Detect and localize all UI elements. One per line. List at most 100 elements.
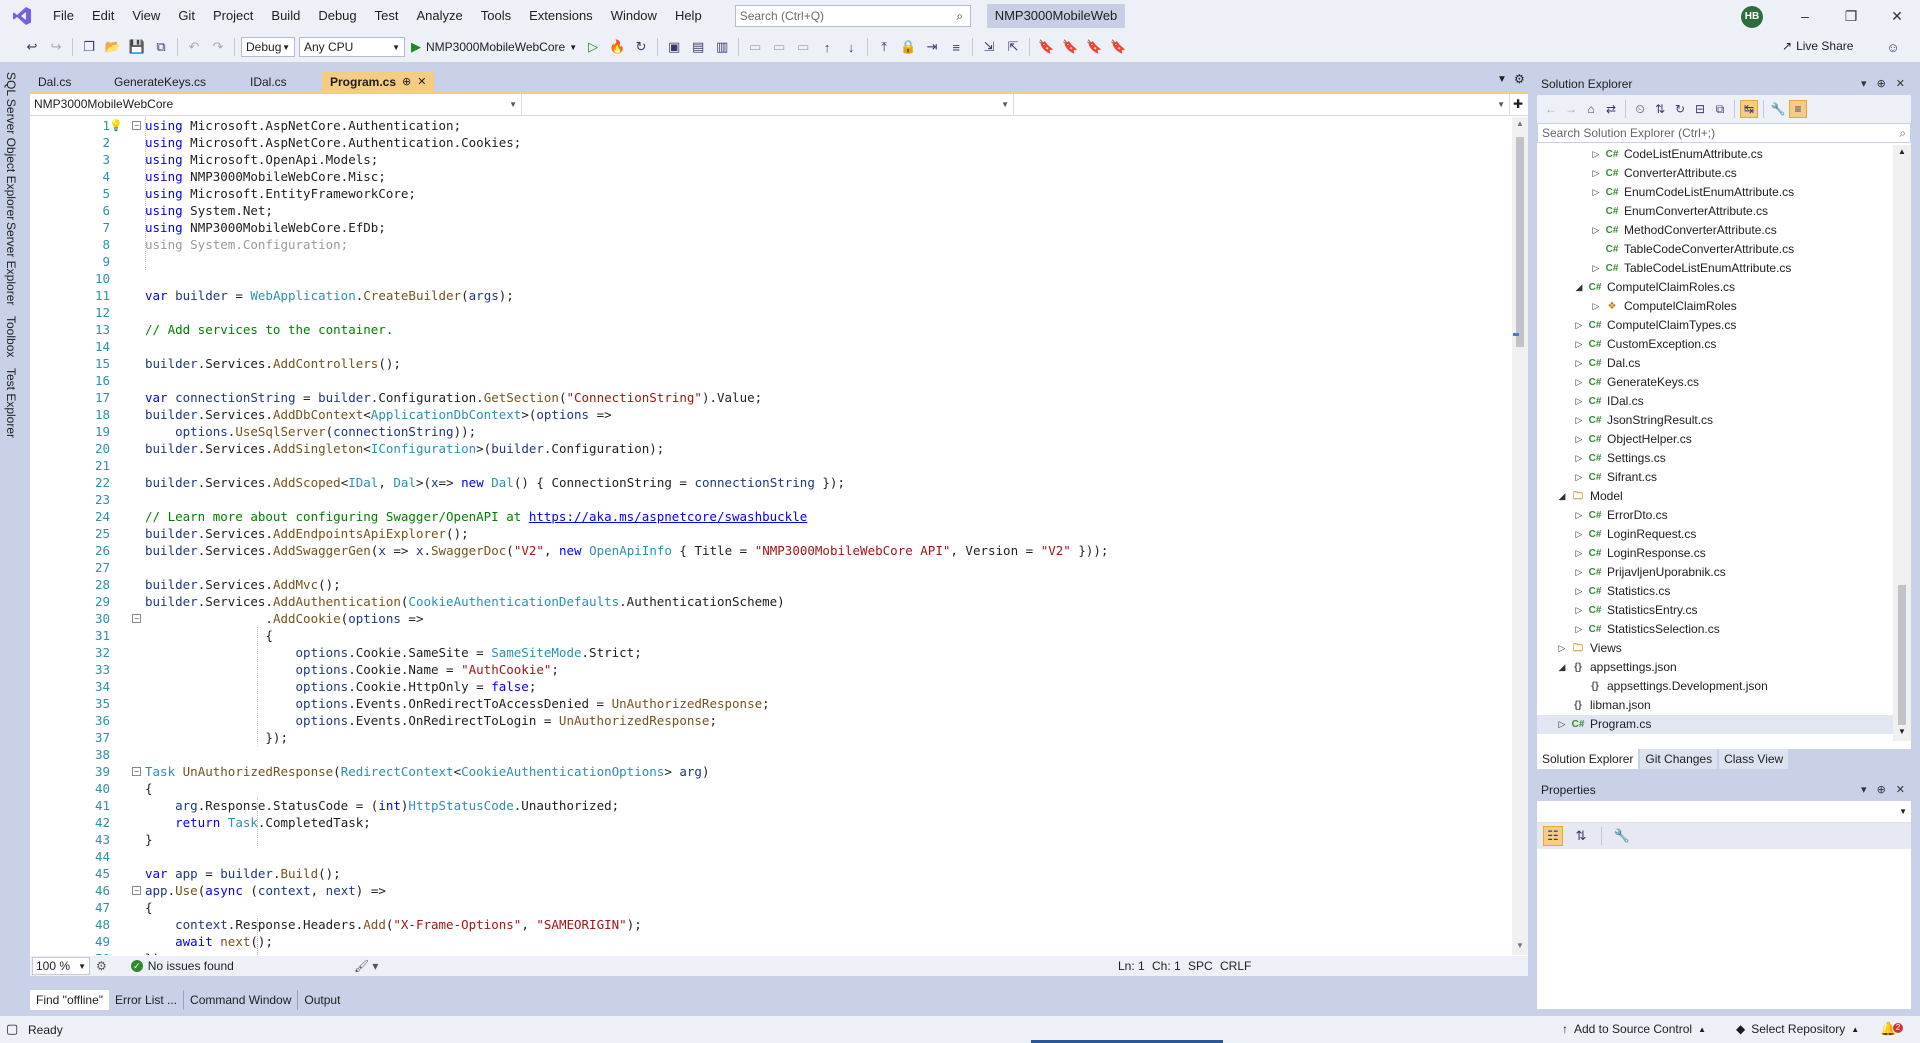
add-to-source-control-button[interactable]: ↑ Add to Source Control ▲: [1562, 1022, 1706, 1036]
collapsed-arrow-icon[interactable]: ▷: [1591, 259, 1601, 278]
tab-command-window[interactable]: Command Window: [183, 990, 297, 1010]
line-number[interactable]: Ln: 1: [1118, 959, 1145, 973]
save-all-icon[interactable]: ⧉: [151, 37, 171, 57]
platform-select[interactable]: Any CPU ▼: [299, 37, 405, 57]
panel-menu-icon[interactable]: ▾: [1861, 73, 1867, 95]
tab-git-changes[interactable]: Git Changes: [1640, 749, 1718, 769]
collapsed-arrow-icon[interactable]: ▷: [1591, 183, 1601, 202]
whitespace-mode[interactable]: SPC: [1188, 959, 1213, 973]
refresh-icon[interactable]: ↻: [631, 37, 651, 57]
code-line[interactable]: 20 builder.Services.AddSingleton<IConfigu…: [30, 440, 1510, 457]
navigate-back-icon[interactable]: ↩: [22, 37, 42, 57]
track-active-icon[interactable]: ↹: [1740, 100, 1758, 118]
collapse-icon[interactable]: ⤒: [874, 37, 894, 57]
collapsed-arrow-icon[interactable]: ▷: [1574, 468, 1584, 487]
gear-icon[interactable]: ⚙: [1514, 72, 1525, 86]
collapsed-arrow-icon[interactable]: ▷: [1574, 316, 1584, 335]
line-ending[interactable]: CRLF: [1220, 959, 1251, 973]
project-dropdown[interactable]: NMP3000MobileWebCore ▼: [30, 94, 522, 114]
tab-idal[interactable]: IDal.cs: [242, 72, 318, 92]
collapsed-arrow-icon[interactable]: ▷: [1557, 639, 1567, 658]
tree-item[interactable]: ▷ C# CustomException.cs: [1537, 335, 1893, 354]
live-share-button[interactable]: ↗ Live Share: [1782, 39, 1853, 53]
tree-item[interactable]: {} libman.json: [1537, 696, 1893, 715]
tree-item[interactable]: ▷ C# LoginResponse.cs: [1537, 544, 1893, 563]
scrollbar-thumb[interactable]: [1898, 585, 1906, 725]
close-window-icon[interactable]: ✕: [1874, 0, 1920, 32]
tree-item[interactable]: ▷ C# Sifrant.cs: [1537, 468, 1893, 487]
indent-icon[interactable]: ⇲: [979, 37, 999, 57]
collapsed-arrow-icon[interactable]: ▷: [1574, 373, 1584, 392]
properties-wrench-icon[interactable]: 🔧: [1769, 100, 1787, 118]
rail-tab-toolbox[interactable]: Toolbox: [4, 316, 18, 357]
pin-icon[interactable]: ⊕: [402, 72, 411, 92]
undo-icon[interactable]: ↶: [184, 37, 204, 57]
code-line[interactable]: 50});: [30, 950, 1510, 955]
code-line[interactable]: 30 − .AddCookie(options =>: [30, 610, 1510, 627]
tree-item[interactable]: C# EnumConverterAttribute.cs: [1537, 202, 1893, 221]
maximize-icon[interactable]: ❐: [1828, 0, 1874, 32]
code-cleanup-icon[interactable]: 🖌 ▾: [354, 959, 379, 973]
scroll-down-icon[interactable]: ▼: [1512, 941, 1528, 950]
sync-icon[interactable]: ⇅: [1651, 100, 1669, 118]
code-area[interactable]: 1− 💡 using Microsoft.AspNetCore.Authentica…: [30, 117, 1512, 955]
feedback-icon[interactable]: ☺: [1883, 37, 1903, 57]
tree-item[interactable]: ▷ C# ConverterAttribute.cs: [1537, 164, 1893, 183]
menu-project[interactable]: Project: [204, 0, 262, 32]
redo-icon[interactable]: ↷: [208, 37, 228, 57]
collapsed-arrow-icon[interactable]: ▷: [1591, 297, 1601, 316]
code-line[interactable]: 43}: [30, 831, 1510, 848]
solution-explorer-search[interactable]: Search Solution Explorer (Ctrl+;) ⌕: [1537, 123, 1911, 143]
tree-item[interactable]: ▷ 🗀 Views: [1537, 639, 1893, 658]
code-line[interactable]: 26 builder.Services.AddSwaggerGen (x => x.…: [30, 542, 1510, 559]
output-status-icon[interactable]: ▢: [6, 1021, 18, 1037]
code-line[interactable]: 46− app.Use(async (context, next) =>: [30, 882, 1510, 899]
code-line[interactable]: 29 builder.Services.AddAuthentication(Coo…: [30, 593, 1510, 610]
tab-overflow-icon[interactable]: ▼: [1497, 74, 1507, 85]
collapsed-arrow-icon[interactable]: ▷: [1574, 601, 1584, 620]
tree-item[interactable]: ▷ C# ObjectHelper.cs: [1537, 430, 1893, 449]
open-file-icon[interactable]: 📂: [103, 37, 123, 57]
tree-item[interactable]: ◢ {} appsettings.json: [1537, 658, 1893, 677]
lightbulb-icon[interactable]: 💡: [109, 117, 123, 134]
navigate-forward-icon[interactable]: ↪: [46, 37, 66, 57]
code-line[interactable]: 14: [30, 338, 1510, 355]
preview-selected-icon[interactable]: ≡: [1789, 100, 1807, 118]
code-line[interactable]: 34 options.Cookie.HttpOnly = false;: [30, 678, 1510, 695]
tree-item[interactable]: ▷ C# JsonStringResult.cs: [1537, 411, 1893, 430]
start-debugging-button[interactable]: ▶ NMP3000MobileWebCore ▼: [411, 39, 577, 55]
code-line[interactable]: 10: [30, 270, 1510, 287]
collapsed-arrow-icon[interactable]: ▷: [1591, 145, 1601, 164]
tree-item[interactable]: ▷ C# MethodConverterAttribute.cs: [1537, 221, 1893, 240]
lock-icon[interactable]: 🔒: [898, 37, 918, 57]
code-line[interactable]: 12: [30, 304, 1510, 321]
step-up-icon[interactable]: ↑: [817, 37, 837, 57]
expanded-arrow-icon[interactable]: ◢: [1557, 487, 1567, 506]
code-line[interactable]: 23: [30, 491, 1510, 508]
tree-item[interactable]: ▷ C# CodeListEnumAttribute.cs: [1537, 145, 1893, 164]
tree-item[interactable]: ▷ C# Dal.cs: [1537, 354, 1893, 373]
select-repository-button[interactable]: ◆ Select Repository ▲: [1736, 1022, 1859, 1036]
collapse-region-icon[interactable]: −: [132, 121, 141, 130]
tree-item[interactable]: C# TableCodeConverterAttribute.cs: [1537, 240, 1893, 259]
expanded-arrow-icon[interactable]: ◢: [1574, 278, 1584, 297]
code-line[interactable]: 27: [30, 559, 1510, 576]
rail-tab-sql-server-object-explorer[interactable]: SQL Server Object Explorer: [4, 72, 18, 220]
split-editor-icon[interactable]: ✚: [1510, 94, 1526, 114]
tab-find-results[interactable]: Find "offline": [30, 990, 110, 1010]
issues-indicator[interactable]: ✓ No issues found: [130, 959, 234, 973]
collapsed-arrow-icon[interactable]: ▷: [1574, 563, 1584, 582]
tab-dal[interactable]: Dal.cs: [30, 72, 102, 92]
menu-test[interactable]: Test: [366, 0, 408, 32]
code-line[interactable]: 38: [30, 746, 1510, 763]
tab-error-list[interactable]: Error List ...: [109, 990, 183, 1010]
pending-changes-filter-icon[interactable]: ⏲: [1631, 100, 1649, 118]
tree-item[interactable]: ▷ ❖ ComputelClaimRoles: [1537, 297, 1893, 316]
zoom-select[interactable]: 100 % ▼: [32, 957, 90, 975]
code-line[interactable]: 13 // Add services to the container.: [30, 321, 1510, 338]
code-line[interactable]: 48 context.Response.Headers.Add("X-Frame…: [30, 916, 1510, 933]
code-line[interactable]: 22 builder.Services.AddScoped<IDal, Dal>(…: [30, 474, 1510, 491]
expanded-arrow-icon[interactable]: ◢: [1557, 658, 1567, 677]
new-project-icon[interactable]: ❐: [79, 37, 99, 57]
tree-item[interactable]: ◢ C# ComputelClaimRoles.cs: [1537, 278, 1893, 297]
